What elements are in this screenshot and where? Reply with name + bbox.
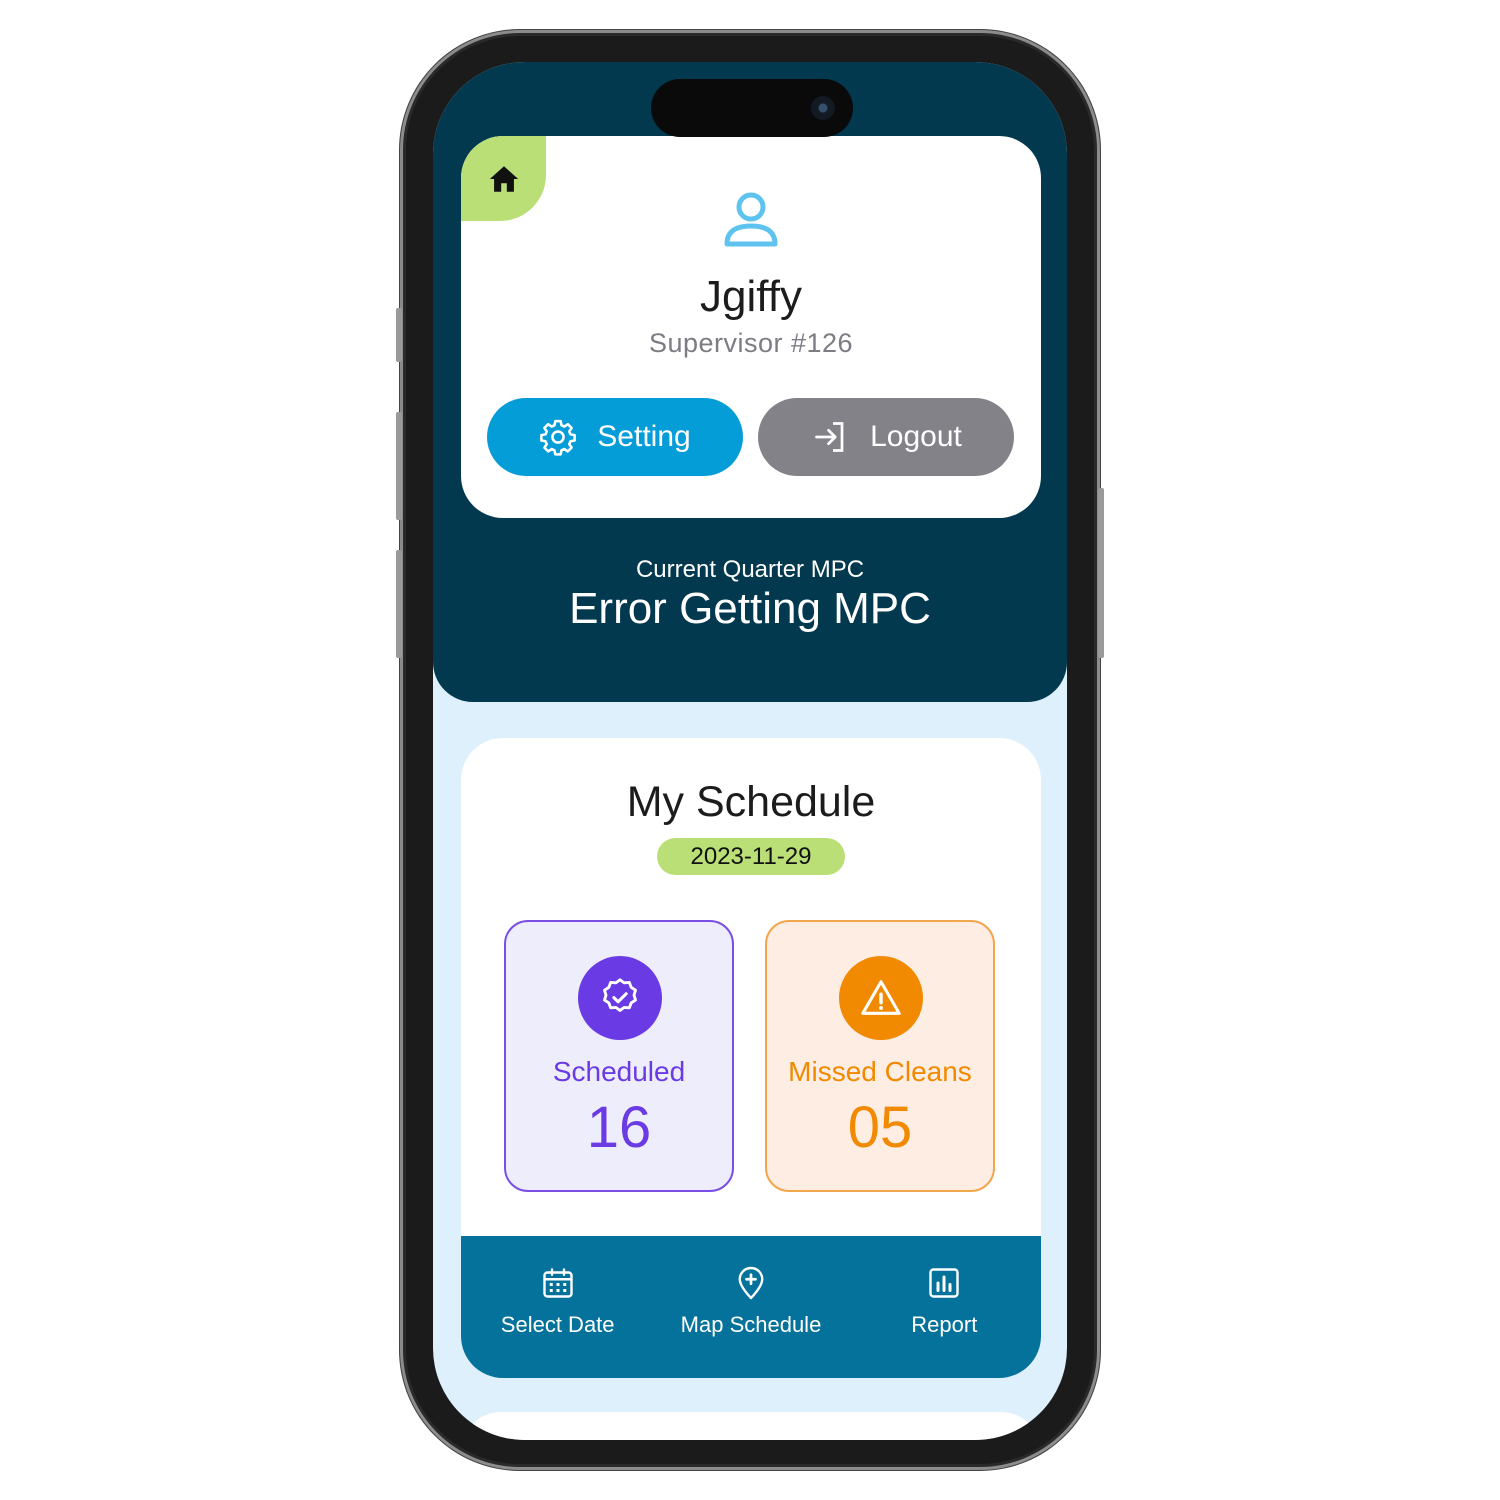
missed-cleans-count: 05 bbox=[847, 1095, 913, 1160]
select-date-button[interactable]: Select Date bbox=[461, 1236, 654, 1378]
map-schedule-label: Map Schedule bbox=[680, 1312, 822, 1337]
scheduled-icon-circle bbox=[578, 956, 662, 1040]
bar-chart-icon bbox=[929, 1268, 960, 1298]
user-role: Supervisor #126 bbox=[648, 328, 854, 358]
missed-icon-circle bbox=[839, 956, 923, 1040]
user-icon bbox=[724, 192, 778, 247]
power-button bbox=[1098, 488, 1104, 658]
select-date-label: Select Date bbox=[500, 1312, 615, 1337]
scheduled-stat-card[interactable]: Scheduled 16 bbox=[504, 920, 734, 1192]
verified-badge-icon bbox=[603, 978, 637, 1012]
dynamic-island bbox=[651, 79, 853, 137]
phone-screen: Jgiffy Supervisor #126 Setting Logout Cu… bbox=[433, 62, 1067, 1440]
mpc-value: Error Getting MPC bbox=[569, 584, 931, 633]
schedule-card: My Schedule 2023-11-29 Scheduled 16 Miss… bbox=[461, 738, 1041, 1378]
logout-label: Logout bbox=[870, 420, 962, 453]
action-button bbox=[396, 308, 402, 362]
next-card-peek bbox=[461, 1412, 1041, 1440]
missed-cleans-label: Missed Cleans bbox=[788, 1056, 972, 1087]
camera-icon bbox=[811, 96, 835, 120]
volume-down-button bbox=[396, 550, 402, 658]
user-name: Jgiffy bbox=[700, 272, 802, 321]
missed-cleans-stat-card[interactable]: Missed Cleans 05 bbox=[765, 920, 995, 1192]
profile-card: Jgiffy Supervisor #126 Setting Logout bbox=[461, 136, 1041, 518]
report-button[interactable]: Report bbox=[848, 1236, 1041, 1378]
home-icon bbox=[489, 165, 518, 192]
schedule-title: My Schedule bbox=[626, 778, 876, 826]
scheduled-count: 16 bbox=[586, 1095, 652, 1160]
scheduled-label: Scheduled bbox=[552, 1056, 686, 1087]
map-pin-plus-icon bbox=[738, 1266, 764, 1300]
calendar-icon bbox=[542, 1268, 573, 1298]
header-area: Jgiffy Supervisor #126 Setting Logout Cu… bbox=[433, 62, 1067, 702]
home-button[interactable] bbox=[461, 136, 546, 221]
logout-button[interactable]: Logout bbox=[758, 398, 1014, 476]
setting-label: Setting bbox=[597, 420, 691, 453]
schedule-action-bar: Select Date Map Schedule Report bbox=[461, 1236, 1041, 1378]
warning-triangle-icon bbox=[861, 980, 901, 1015]
login-arrow-icon bbox=[815, 422, 844, 452]
mpc-label: Current Quarter MPC bbox=[635, 556, 865, 583]
schedule-date-badge[interactable]: 2023-11-29 bbox=[657, 838, 845, 875]
setting-button[interactable]: Setting bbox=[487, 398, 743, 476]
report-label: Report bbox=[911, 1312, 978, 1337]
volume-up-button bbox=[396, 412, 402, 520]
gear-icon bbox=[540, 419, 577, 456]
map-schedule-button[interactable]: Map Schedule bbox=[654, 1236, 847, 1378]
